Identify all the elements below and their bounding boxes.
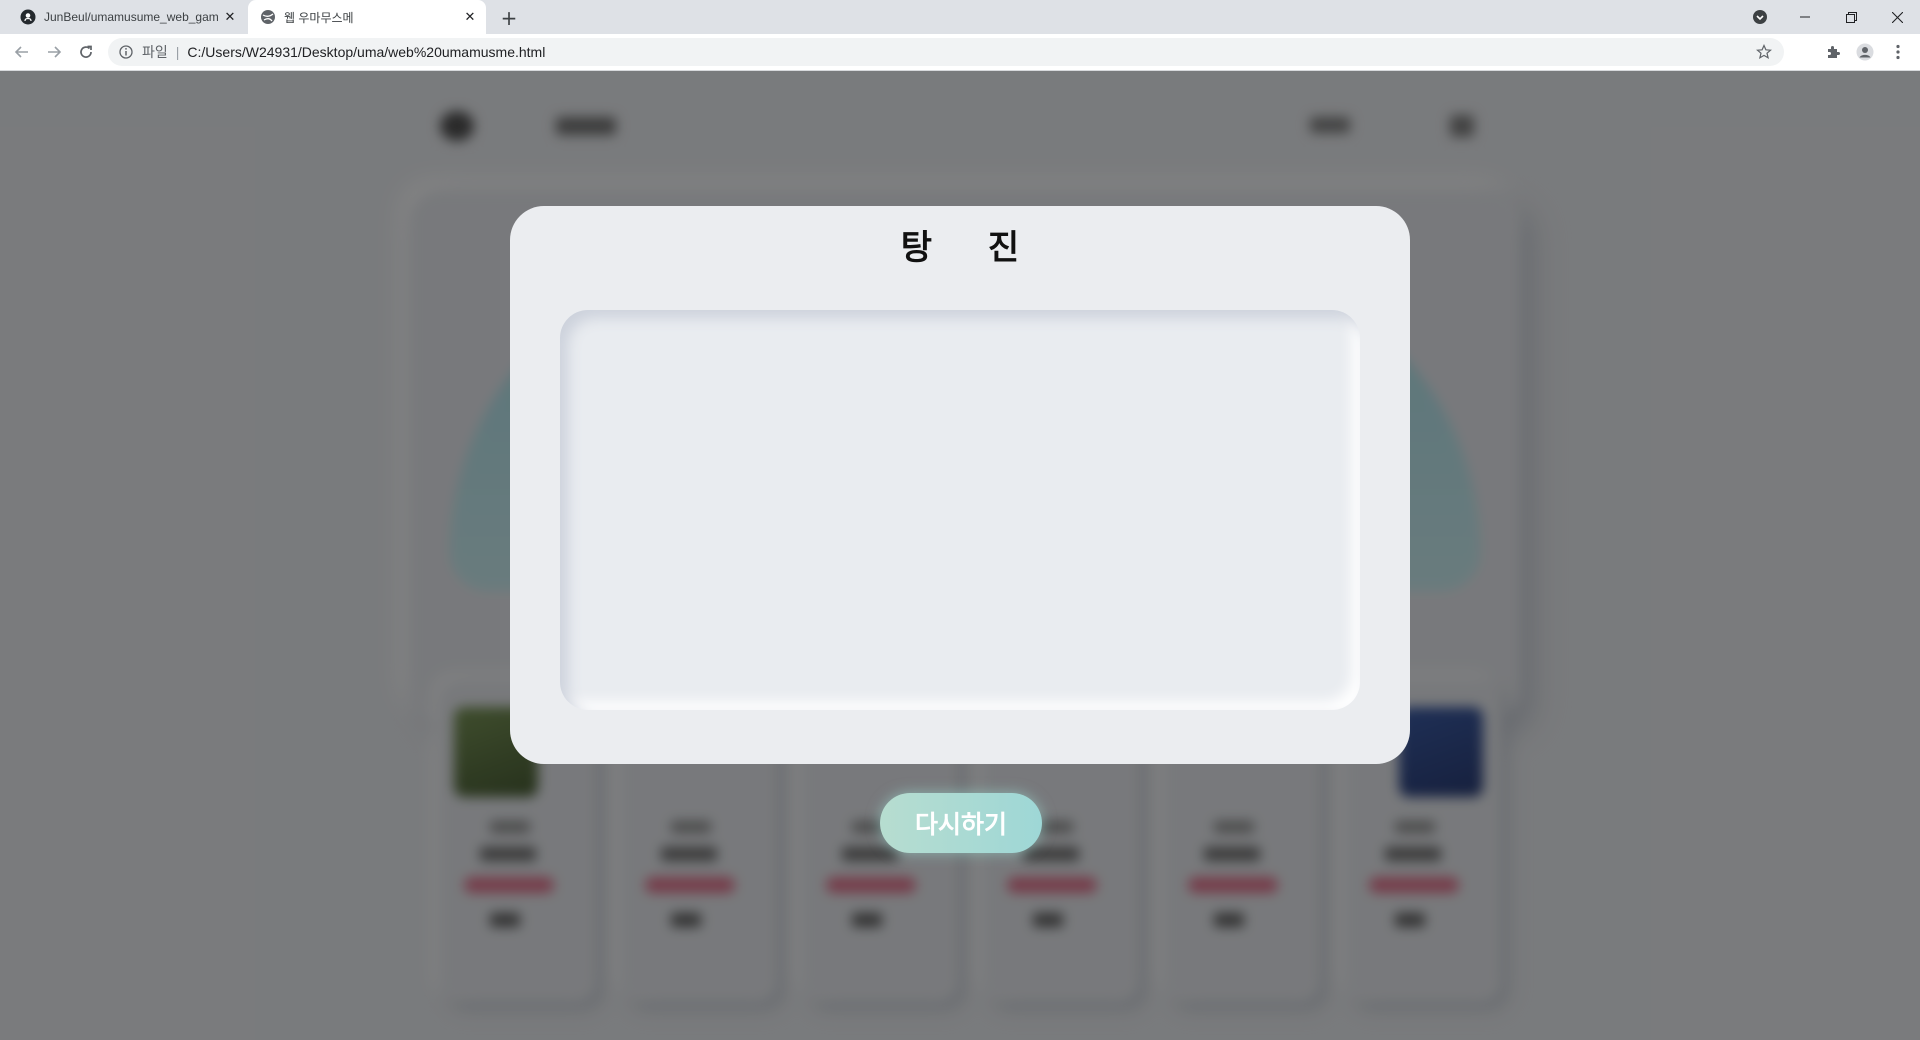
reload-icon[interactable]: [74, 40, 98, 64]
address-scheme-label: 파일: [142, 44, 168, 60]
browser-toolbar: 파일 | C:/Users/W24931/Desktop/uma/web%20u…: [0, 34, 1920, 71]
window-controls: [1782, 0, 1920, 34]
result-modal: 탕 진: [510, 206, 1410, 764]
profile-avatar-icon[interactable]: [1855, 42, 1875, 62]
back-arrow-icon[interactable]: [10, 40, 34, 64]
browser-menu-icon[interactable]: [1888, 42, 1908, 62]
browser-tab-active[interactable]: 웹 우마무스메 ✕: [248, 0, 486, 34]
bookmark-star-icon[interactable]: [1756, 44, 1772, 60]
close-window-icon[interactable]: [1874, 0, 1920, 34]
github-icon: [20, 9, 36, 25]
globe-icon: [260, 9, 276, 25]
address-bar[interactable]: 파일 | C:/Users/W24931/Desktop/uma/web%20u…: [108, 38, 1784, 66]
modal-title: 탕 진: [900, 228, 1042, 268]
minimize-icon[interactable]: [1782, 0, 1828, 34]
tab-search-icon[interactable]: [1750, 7, 1770, 27]
browser-tab-github[interactable]: JunBeul/umamusume_web_gam ✕: [8, 0, 246, 34]
address-separator: |: [175, 44, 180, 60]
result-content-area: [560, 310, 1360, 710]
info-icon[interactable]: [118, 44, 134, 60]
close-icon[interactable]: ✕: [220, 7, 240, 27]
close-icon[interactable]: ✕: [460, 7, 480, 27]
forward-arrow-icon[interactable]: [42, 40, 66, 64]
retry-button[interactable]: 다시하기: [880, 793, 1042, 853]
restore-icon[interactable]: [1828, 0, 1874, 34]
new-tab-button[interactable]: +: [496, 5, 522, 31]
tab-title: JunBeul/umamusume_web_gam: [44, 10, 219, 24]
browser-tab-bar: JunBeul/umamusume_web_gam ✕ 웹 우마무스메 ✕ +: [0, 0, 1920, 34]
extensions-puzzle-icon[interactable]: [1823, 42, 1843, 62]
tab-title: 웹 우마무스메: [284, 10, 354, 25]
address-url[interactable]: C:/Users/W24931/Desktop/uma/web%20umamus…: [187, 44, 545, 60]
